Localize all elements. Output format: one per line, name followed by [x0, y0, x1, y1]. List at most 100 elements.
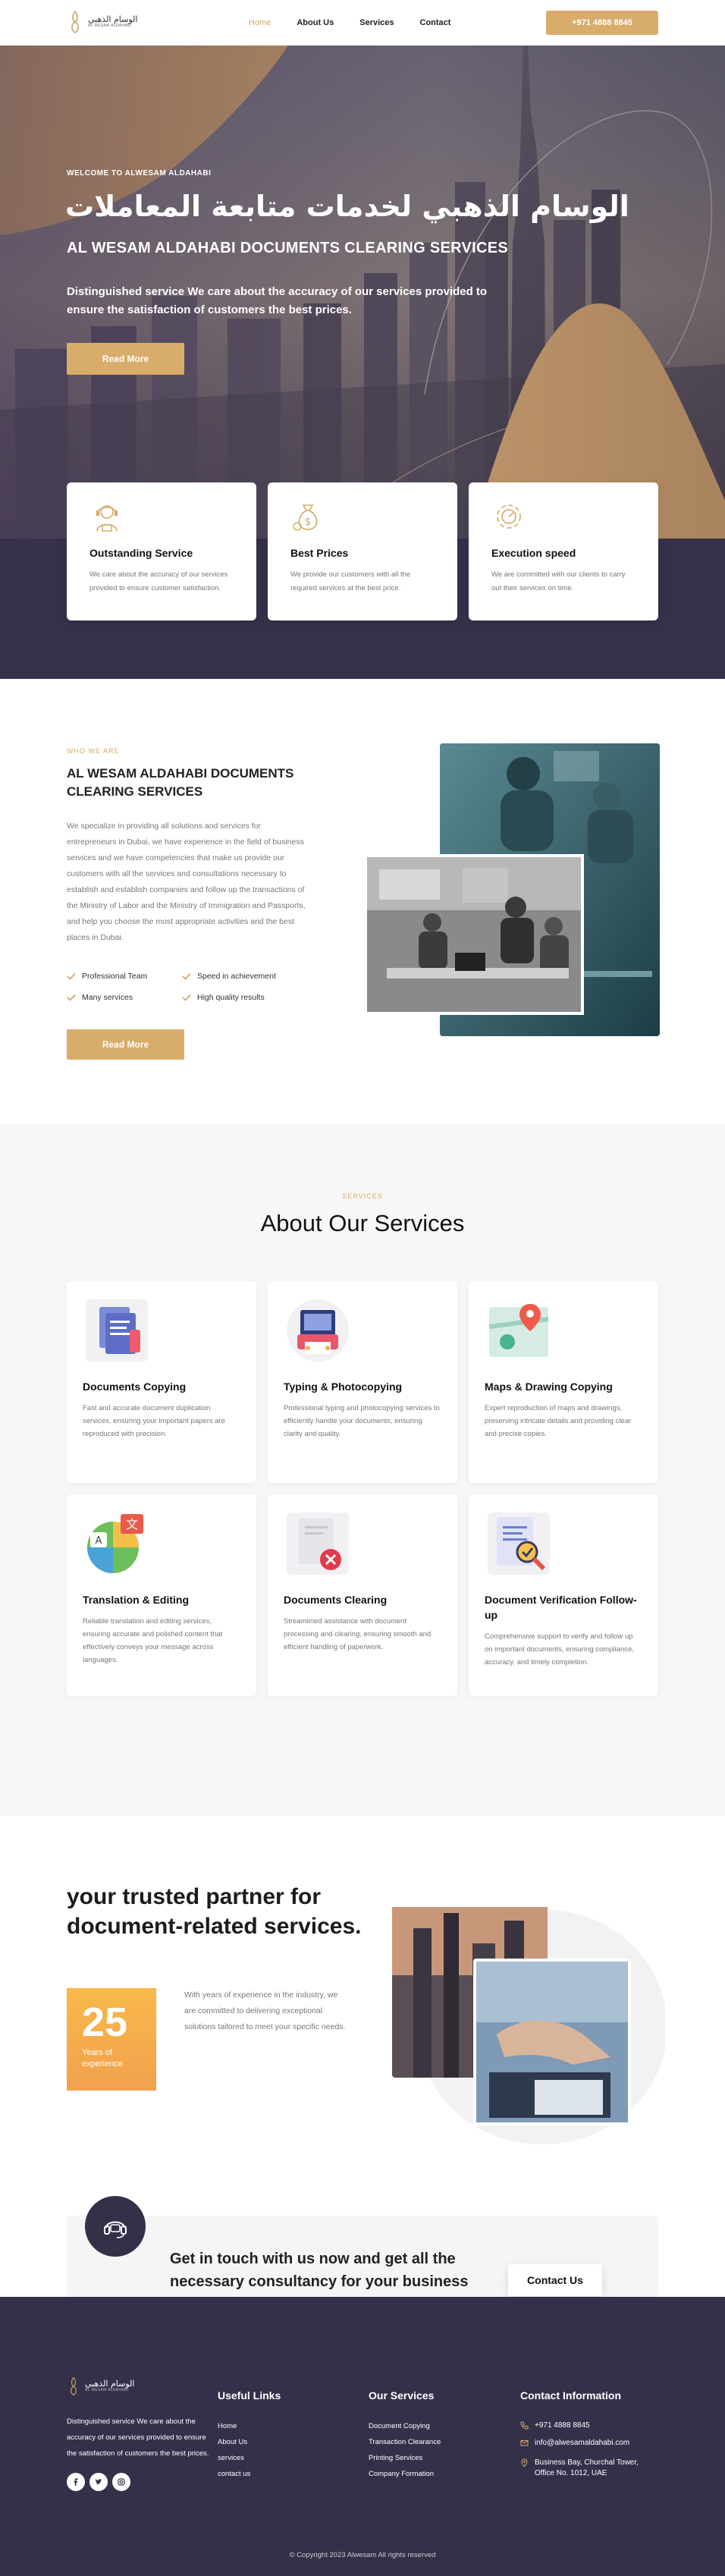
our-services-heading: Our Services	[369, 2389, 435, 2402]
service-card-documents-clearing[interactable]: Documents Clearing Streamlined assistanc…	[268, 1494, 457, 1696]
service-card-maps[interactable]: Maps & Drawing Copying Expert reproducti…	[469, 1281, 658, 1483]
header-phone-button[interactable]: +971 4888 8845	[546, 11, 658, 35]
printer-icon	[287, 1299, 349, 1362]
feature-card-speed: Execution speed We are committed with ou…	[469, 482, 658, 620]
years-experience-badge: 25 Years of experience	[67, 1988, 156, 2091]
check-icon	[67, 972, 76, 980]
service-title: Translation & Editing	[83, 1594, 190, 1606]
nav-services[interactable]: Services	[359, 18, 394, 27]
footer-service-link[interactable]: Document Copying	[369, 2422, 430, 2430]
facebook-icon[interactable]	[67, 2473, 85, 2491]
headset-icon-circle	[85, 2196, 146, 2257]
logo-mark-icon	[71, 10, 79, 33]
footer-service-link[interactable]: Transaction Clearance	[369, 2438, 441, 2446]
footer-logo-english: AL WESAM ALDAHABI	[85, 2388, 129, 2393]
email-icon	[520, 2440, 529, 2446]
check-item: High quality results	[182, 993, 303, 1002]
feature-text: We care about the accuracy of our servic…	[89, 570, 228, 592]
service-text: Streamlined assistance with document pro…	[284, 1617, 432, 1651]
feature-title: Outstanding Service	[89, 547, 193, 559]
footer-link-services[interactable]: services	[218, 2454, 244, 2462]
service-title: Maps & Drawing Copying	[485, 1381, 613, 1393]
footer-logo-mark-icon	[71, 2377, 77, 2396]
speed-gear-icon	[497, 504, 521, 529]
service-text: Professional typing and photocopying ser…	[284, 1404, 440, 1438]
main-nav: Home About Us Services Contact	[249, 18, 476, 27]
check-item: Professional Team	[67, 972, 182, 981]
nav-about-us[interactable]: About Us	[297, 18, 334, 27]
svg-text:$: $	[305, 517, 311, 528]
hero-english-title: AL WESAM ALDAHABI DOCUMENTS CLEARING SER…	[67, 240, 509, 256]
copyright-text: © Copyright 2023 Alwesam All rights rese…	[289, 2551, 436, 2559]
service-card-translation[interactable]: 文A Translation & Editing Reliable transl…	[67, 1494, 256, 1696]
site-header: الوسام الذهبي AL WESAM ALDAHABI Home Abo…	[0, 0, 725, 46]
footer-email-text: info@alwesamaldahabi.com	[535, 2439, 630, 2447]
check-icon	[67, 994, 76, 1001]
check-icon	[182, 972, 191, 980]
service-card-typing[interactable]: Typing & Photocopying Professional typin…	[268, 1281, 457, 1483]
hero-arabic-title: الوسام الذهبي لخدمات متابعة المعاملات	[65, 190, 629, 223]
partner-text: With years of experience in the industry…	[184, 1990, 346, 2031]
check-label: Professional Team	[82, 972, 148, 981]
service-text: Expert reproduction of maps and drawings…	[485, 1404, 632, 1438]
footer-phone[interactable]: +971 4888 8845	[520, 2420, 590, 2431]
nav-contact[interactable]: Contact	[420, 18, 451, 27]
phone-icon	[520, 2421, 529, 2430]
footer-service-link[interactable]: Printing Services	[369, 2454, 422, 2462]
footer-link-home[interactable]: Home	[218, 2422, 237, 2430]
about-checklist: Professional Team Speed in achievement M…	[67, 972, 309, 1002]
services-title: About Our Services	[260, 1210, 465, 1236]
svg-text:文: 文	[126, 1517, 138, 1531]
twitter-icon[interactable]	[89, 2473, 108, 2491]
instagram-icon[interactable]	[112, 2473, 130, 2491]
feature-text: We are committed with our clients to car…	[491, 570, 626, 592]
document-verify-icon	[488, 1513, 550, 1575]
useful-links-heading: Useful Links	[218, 2389, 281, 2402]
service-title: Documents Clearing	[284, 1594, 388, 1606]
years-label: Years of experience	[82, 2048, 123, 2069]
service-card-verification[interactable]: Document Verification Follow-up Comprehe…	[469, 1494, 658, 1696]
feature-title: Execution speed	[491, 547, 576, 559]
partner-title: your trusted partner for document-relate…	[67, 1884, 362, 1939]
years-number: 25	[82, 2000, 128, 2045]
service-title: Documents Copying	[83, 1381, 187, 1393]
service-title: Document Verification Follow-up	[485, 1594, 637, 1621]
check-label: Many services	[82, 993, 133, 1002]
check-item: Many services	[67, 993, 182, 1002]
about-read-more-button[interactable]: Read More	[67, 1029, 184, 1060]
service-card-documents-copying[interactable]: Documents Copying Fast and accurate docu…	[67, 1281, 256, 1483]
footer-address: Business Bay, Churchal Tower, Office No.…	[520, 2458, 649, 2479]
nav-home[interactable]: Home	[249, 18, 271, 27]
partner-images	[392, 1907, 665, 2144]
about-title: AL WESAM ALDAHABI DOCUMENTS CLEARING SER…	[67, 766, 294, 799]
hero-read-more-button[interactable]: Read More	[67, 343, 184, 375]
about-tag: WHO WE ARE	[67, 747, 120, 755]
check-item: Speed in achievement	[182, 972, 303, 981]
footer-link-contact[interactable]: contact us	[218, 2470, 250, 2478]
contact-us-button[interactable]: Contact Us	[508, 2264, 602, 2296]
hero-welcome-text: WELCOME TO ALWESAM ALDAHABI	[67, 169, 212, 177]
feature-card-prices: $ Best Prices We provide our customers w…	[268, 482, 457, 620]
location-pin-icon	[521, 2458, 528, 2467]
footer-link-about[interactable]: About Us	[218, 2438, 247, 2446]
footer-service-link[interactable]: Company Formation	[369, 2470, 434, 2478]
svg-text:A: A	[96, 1535, 102, 1547]
footer-phone-text: +971 4888 8845	[535, 2421, 590, 2430]
hero-section: WELCOME TO ALWESAM ALDAHABI الوسام الذهب…	[0, 46, 725, 539]
logo-english-text: AL WESAM ALDAHABI	[88, 24, 132, 29]
map-pin-icon	[488, 1304, 549, 1357]
services-tag: SERVICES	[342, 1192, 383, 1200]
site-logo[interactable]: الوسام الذهبي AL WESAM ALDAHABI	[67, 9, 137, 35]
service-text: Fast and accurate document duplication s…	[83, 1404, 225, 1438]
footer-logo[interactable]: الوسام الذهبي AL WESAM ALDAHABI	[67, 2376, 134, 2397]
headset-icon	[104, 2221, 127, 2238]
check-icon	[182, 994, 191, 1001]
money-bag-icon: $	[293, 504, 318, 531]
footer-email[interactable]: info@alwesamaldahabi.com	[520, 2438, 629, 2449]
feature-text: We provide our customers with all the re…	[290, 570, 411, 592]
feature-title: Best Prices	[290, 547, 349, 559]
service-text: Comprehensive support to verify and foll…	[485, 1632, 634, 1667]
check-label: Speed in achievement	[197, 972, 276, 981]
service-title: Typing & Photocopying	[284, 1381, 403, 1393]
support-agent-icon	[96, 505, 118, 532]
